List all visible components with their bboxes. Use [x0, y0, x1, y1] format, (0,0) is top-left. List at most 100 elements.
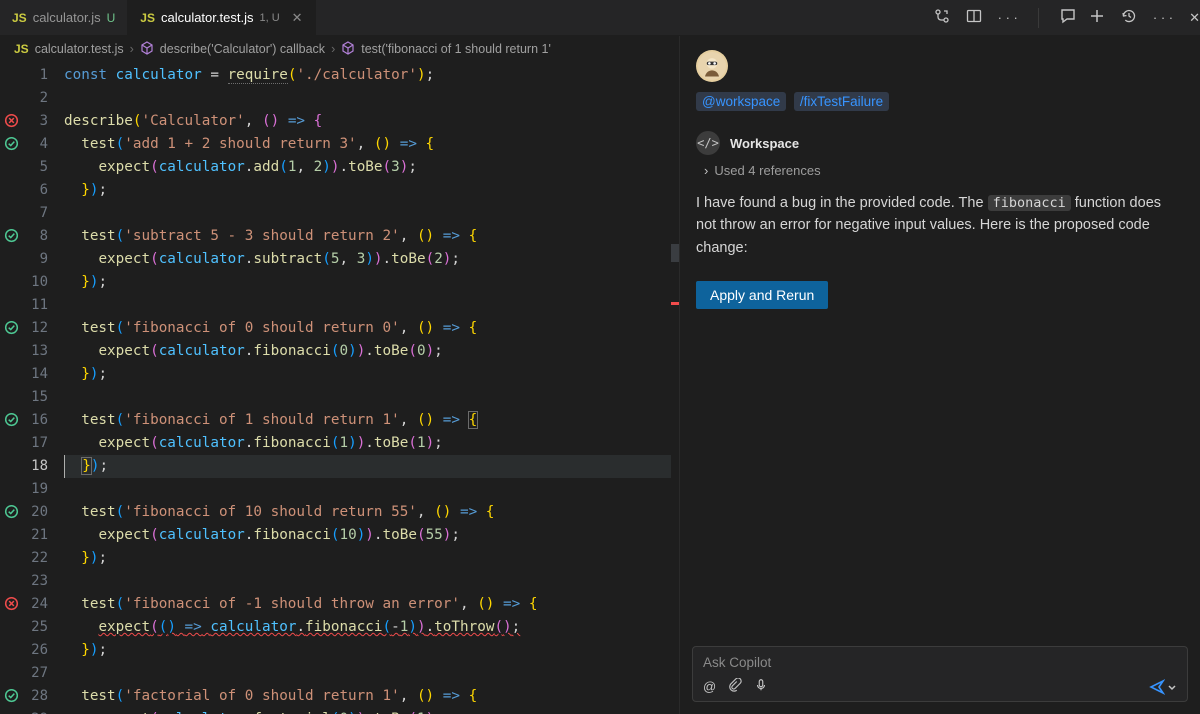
chat-panel-actions: · · · ✕: [1089, 8, 1200, 27]
code-line[interactable]: [64, 570, 671, 593]
close-panel-icon[interactable]: ✕: [1189, 10, 1200, 26]
code-line[interactable]: });: [64, 271, 671, 294]
more-actions-icon[interactable]: · · ·: [998, 10, 1018, 25]
chat-panel-icon[interactable]: [1059, 7, 1077, 28]
code-line[interactable]: [64, 294, 671, 317]
tab-calculator-test-js[interactable]: JS calculator.test.js 1, U ✕: [128, 0, 315, 35]
test-fail-icon[interactable]: [4, 596, 19, 611]
code-line[interactable]: test('add 1 + 2 should return 3', () => …: [64, 133, 671, 156]
fix-test-failure-chip[interactable]: /fixTestFailure: [794, 92, 889, 111]
tab-bar: JS calculator.js U JS calculator.test.js…: [0, 0, 1200, 36]
chat-input-box[interactable]: Ask Copilot @: [692, 646, 1188, 702]
line-number: 12: [0, 317, 64, 340]
code-line[interactable]: expect(calculator.add(1, 2)).toBe(3);: [64, 156, 671, 179]
code-line[interactable]: test('fibonacci of 10 should return 55',…: [64, 501, 671, 524]
code-line[interactable]: expect(calculator.fibonacci(0)).toBe(0);: [64, 340, 671, 363]
code-line[interactable]: test('fibonacci of 1 should return 1', (…: [64, 409, 671, 432]
code-line[interactable]: test('fibonacci of 0 should return 0', (…: [64, 317, 671, 340]
reference-chips: @workspace /fixTestFailure: [680, 90, 1200, 125]
ruler-cursor-marker: [671, 244, 679, 262]
code-brackets-icon: </>: [696, 131, 720, 155]
breadcrumb-symbol[interactable]: test('fibonacci of 1 should return 1': [361, 42, 551, 56]
code-line[interactable]: });: [64, 179, 671, 202]
code-line[interactable]: });: [64, 363, 671, 386]
line-number: 29: [0, 708, 64, 714]
apply-and-rerun-button[interactable]: Apply and Rerun: [696, 281, 828, 309]
workspace-agent-row: </> Workspace: [680, 125, 1200, 161]
line-number: 9: [0, 248, 64, 271]
code-line[interactable]: expect(calculator.fibonacci(10)).toBe(55…: [64, 524, 671, 547]
line-number: 3: [0, 110, 64, 133]
breadcrumb-file[interactable]: calculator.test.js: [35, 42, 124, 56]
line-number: 14: [0, 363, 64, 386]
symbol-method-icon: [341, 41, 355, 58]
test-pass-icon[interactable]: [4, 688, 19, 703]
used-references-label: Used 4 references: [714, 163, 820, 178]
attach-icon[interactable]: [728, 678, 742, 695]
line-number: 11: [0, 294, 64, 317]
history-icon[interactable]: [1121, 8, 1137, 27]
code-line[interactable]: [64, 478, 671, 501]
editor-actions: · · ·: [934, 7, 1089, 28]
code-editor[interactable]: 1234567891011121314151617181920212223242…: [0, 62, 679, 714]
code-line[interactable]: [64, 202, 671, 225]
code-line[interactable]: [64, 87, 671, 110]
workspace-chip[interactable]: @workspace: [696, 92, 786, 111]
scm-status-badge: U: [107, 11, 116, 25]
code-line[interactable]: });: [64, 455, 671, 478]
line-number: 16: [0, 409, 64, 432]
inline-code: fibonacci: [988, 195, 1071, 211]
used-references-toggle[interactable]: › Used 4 references: [680, 161, 1200, 188]
breadcrumb-symbol[interactable]: describe('Calculator') callback: [160, 42, 325, 56]
symbol-method-icon: [140, 41, 154, 58]
mention-icon[interactable]: @: [703, 679, 716, 694]
line-number: 22: [0, 547, 64, 570]
compare-changes-icon[interactable]: [934, 8, 950, 27]
problems-badge: 1, U: [259, 12, 279, 24]
line-number: 13: [0, 340, 64, 363]
line-number: 10: [0, 271, 64, 294]
line-number: 2: [0, 87, 64, 110]
js-file-icon: JS: [12, 11, 27, 25]
tab-calculator-js[interactable]: JS calculator.js U: [0, 0, 128, 35]
line-number: 6: [0, 179, 64, 202]
test-pass-icon[interactable]: [4, 504, 19, 519]
split-editor-icon[interactable]: [966, 8, 982, 27]
line-number: 15: [0, 386, 64, 409]
code-line[interactable]: });: [64, 639, 671, 662]
code-line[interactable]: expect(calculator.factorial(0)).toBe(1);: [64, 708, 671, 714]
chevron-right-icon: ›: [130, 42, 134, 56]
test-pass-icon[interactable]: [4, 320, 19, 335]
code-line[interactable]: test('fibonacci of -1 should throw an er…: [64, 593, 671, 616]
editor-pane: JS calculator.test.js › describe('Calcul…: [0, 36, 680, 714]
code-line[interactable]: describe('Calculator', () => {: [64, 110, 671, 133]
user-avatar: [696, 50, 728, 82]
chevron-right-icon: ›: [331, 42, 335, 56]
code-line[interactable]: [64, 662, 671, 685]
code-line[interactable]: expect(calculator.fibonacci(1)).toBe(1);: [64, 432, 671, 455]
code-line[interactable]: test('subtract 5 - 3 should return 2', (…: [64, 225, 671, 248]
code-line[interactable]: expect(() => calculator.fibonacci(-1)).t…: [64, 616, 671, 639]
microphone-icon[interactable]: [754, 678, 768, 695]
more-actions-icon[interactable]: · · ·: [1153, 10, 1173, 25]
chevron-right-icon: ›: [704, 163, 708, 178]
test-fail-icon[interactable]: [4, 113, 19, 128]
close-icon[interactable]: ✕: [292, 10, 303, 26]
code-line[interactable]: [64, 386, 671, 409]
code-line[interactable]: test('factorial of 0 should return 1', (…: [64, 685, 671, 708]
line-number: 18: [0, 455, 64, 478]
breadcrumb[interactable]: JS calculator.test.js › describe('Calcul…: [0, 36, 679, 62]
send-button[interactable]: [1149, 679, 1177, 695]
line-number: 17: [0, 432, 64, 455]
code-area[interactable]: const calculator = require('./calculator…: [64, 62, 671, 714]
overview-ruler[interactable]: [671, 62, 679, 714]
new-chat-icon[interactable]: [1089, 8, 1105, 27]
test-pass-icon[interactable]: [4, 136, 19, 151]
code-line[interactable]: });: [64, 547, 671, 570]
line-number-gutter: 1234567891011121314151617181920212223242…: [0, 62, 64, 714]
test-pass-icon[interactable]: [4, 412, 19, 427]
js-file-icon: JS: [14, 42, 29, 56]
code-line[interactable]: const calculator = require('./calculator…: [64, 64, 671, 87]
test-pass-icon[interactable]: [4, 228, 19, 243]
code-line[interactable]: expect(calculator.subtract(5, 3)).toBe(2…: [64, 248, 671, 271]
